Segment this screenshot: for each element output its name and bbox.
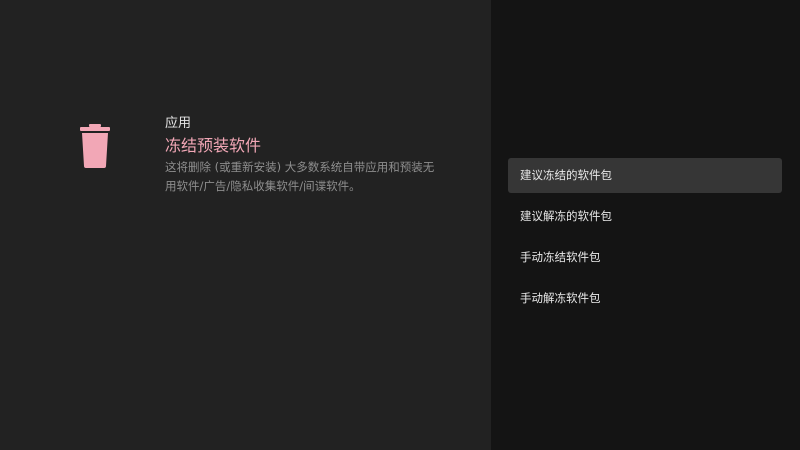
description-text: 这将删除 (或重新安装) 大多数系统自带应用和预装无用软件/广告/隐私收集软件/… xyxy=(165,160,435,193)
page-title: 冻结预装软件 xyxy=(165,136,262,155)
menu-item-manual-unfreeze[interactable]: 手动解冻软件包 xyxy=(508,281,782,316)
trash-icon xyxy=(80,124,110,168)
category-label: 应用 xyxy=(165,116,192,131)
options-menu: 建议冻结的软件包 建议解冻的软件包 手动冻结软件包 手动解冻软件包 xyxy=(508,158,782,322)
menu-item-suggested-unfreeze[interactable]: 建议解冻的软件包 xyxy=(508,199,782,234)
details-pane: 应用 冻结预装软件 这将删除 (或重新安装) 大多数系统自带应用和预装无用软件/… xyxy=(0,0,491,450)
menu-item-suggested-freeze[interactable]: 建议冻结的软件包 xyxy=(508,158,782,193)
menu-item-manual-freeze[interactable]: 手动冻结软件包 xyxy=(508,240,782,275)
